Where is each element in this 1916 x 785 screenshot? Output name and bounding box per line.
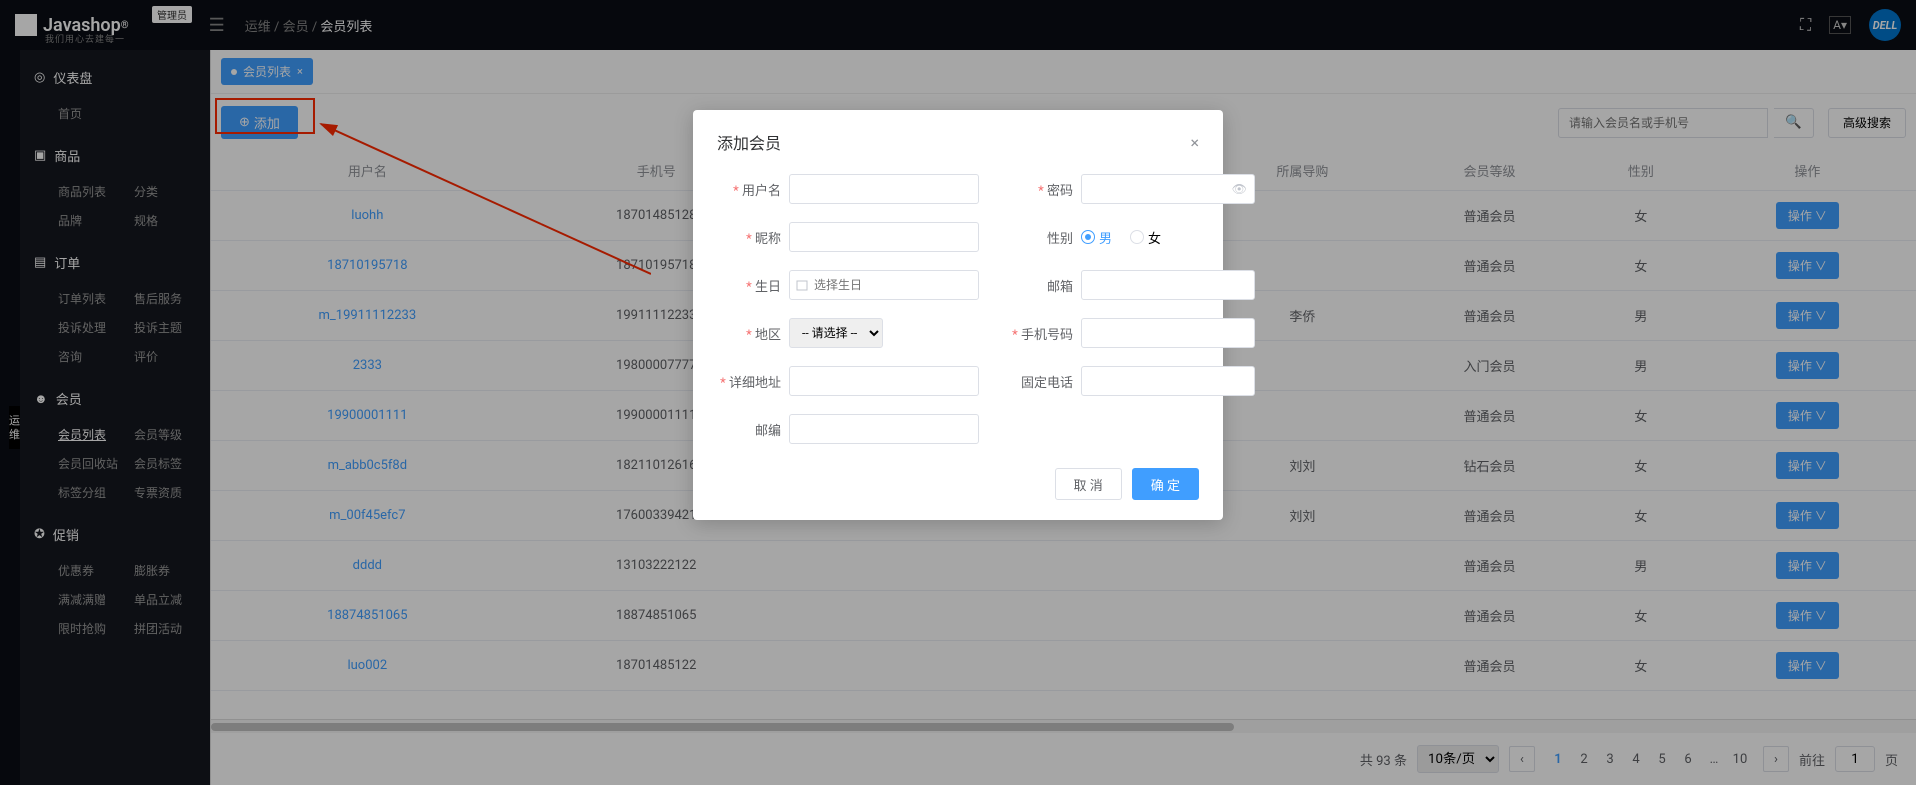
input-birthday[interactable] <box>789 270 979 300</box>
add-member-modal: 添加会员 × 用户名 密码👁 昵称 性别 男 女 生日 邮箱 地区-- 请选择 … <box>693 110 1223 520</box>
label-region: 地区 <box>717 324 781 343</box>
label-mobile: 手机号码 <box>1009 324 1073 343</box>
label-password: 密码 <box>1009 180 1073 199</box>
radio-male[interactable]: 男 <box>1081 228 1112 247</box>
label-nickname: 昵称 <box>717 228 781 247</box>
select-region[interactable]: -- 请选择 -- <box>789 318 883 348</box>
label-address: 详细地址 <box>717 372 781 391</box>
input-address[interactable] <box>789 366 979 396</box>
modal-head: 添加会员 × <box>717 130 1199 154</box>
label-birthday: 生日 <box>717 276 781 295</box>
label-gender: 性别 <box>1009 228 1073 247</box>
input-username[interactable] <box>789 174 979 204</box>
input-email[interactable] <box>1081 270 1255 300</box>
cancel-button[interactable]: 取 消 <box>1055 468 1122 500</box>
radio-on-icon <box>1081 230 1095 244</box>
close-icon[interactable]: × <box>1190 133 1199 152</box>
modal-title: 添加会员 <box>717 130 781 154</box>
label-zip: 邮编 <box>717 420 781 439</box>
radio-off-icon <box>1130 230 1144 244</box>
input-nickname[interactable] <box>789 222 979 252</box>
input-zip[interactable] <box>789 414 979 444</box>
input-password[interactable] <box>1081 174 1255 204</box>
input-tel[interactable] <box>1081 366 1255 396</box>
input-mobile[interactable] <box>1081 318 1255 348</box>
modal-form: 用户名 密码👁 昵称 性别 男 女 生日 邮箱 地区-- 请选择 -- 手机号码… <box>717 174 1199 444</box>
gender-group: 男 女 <box>1081 228 1161 247</box>
label-username: 用户名 <box>717 180 781 199</box>
eye-icon[interactable]: 👁 <box>1232 182 1247 196</box>
modal-overlay[interactable]: 添加会员 × 用户名 密码 👁 昵称 性别 男 女 生日 邮箱 地区 -- 请选择 … <box>0 0 1916 785</box>
modal-foot: 取 消 确 定 <box>717 468 1199 500</box>
radio-female[interactable]: 女 <box>1130 228 1161 247</box>
label-email: 邮箱 <box>1009 276 1073 295</box>
label-tel: 固定电话 <box>1009 372 1073 391</box>
ok-button[interactable]: 确 定 <box>1132 468 1199 500</box>
